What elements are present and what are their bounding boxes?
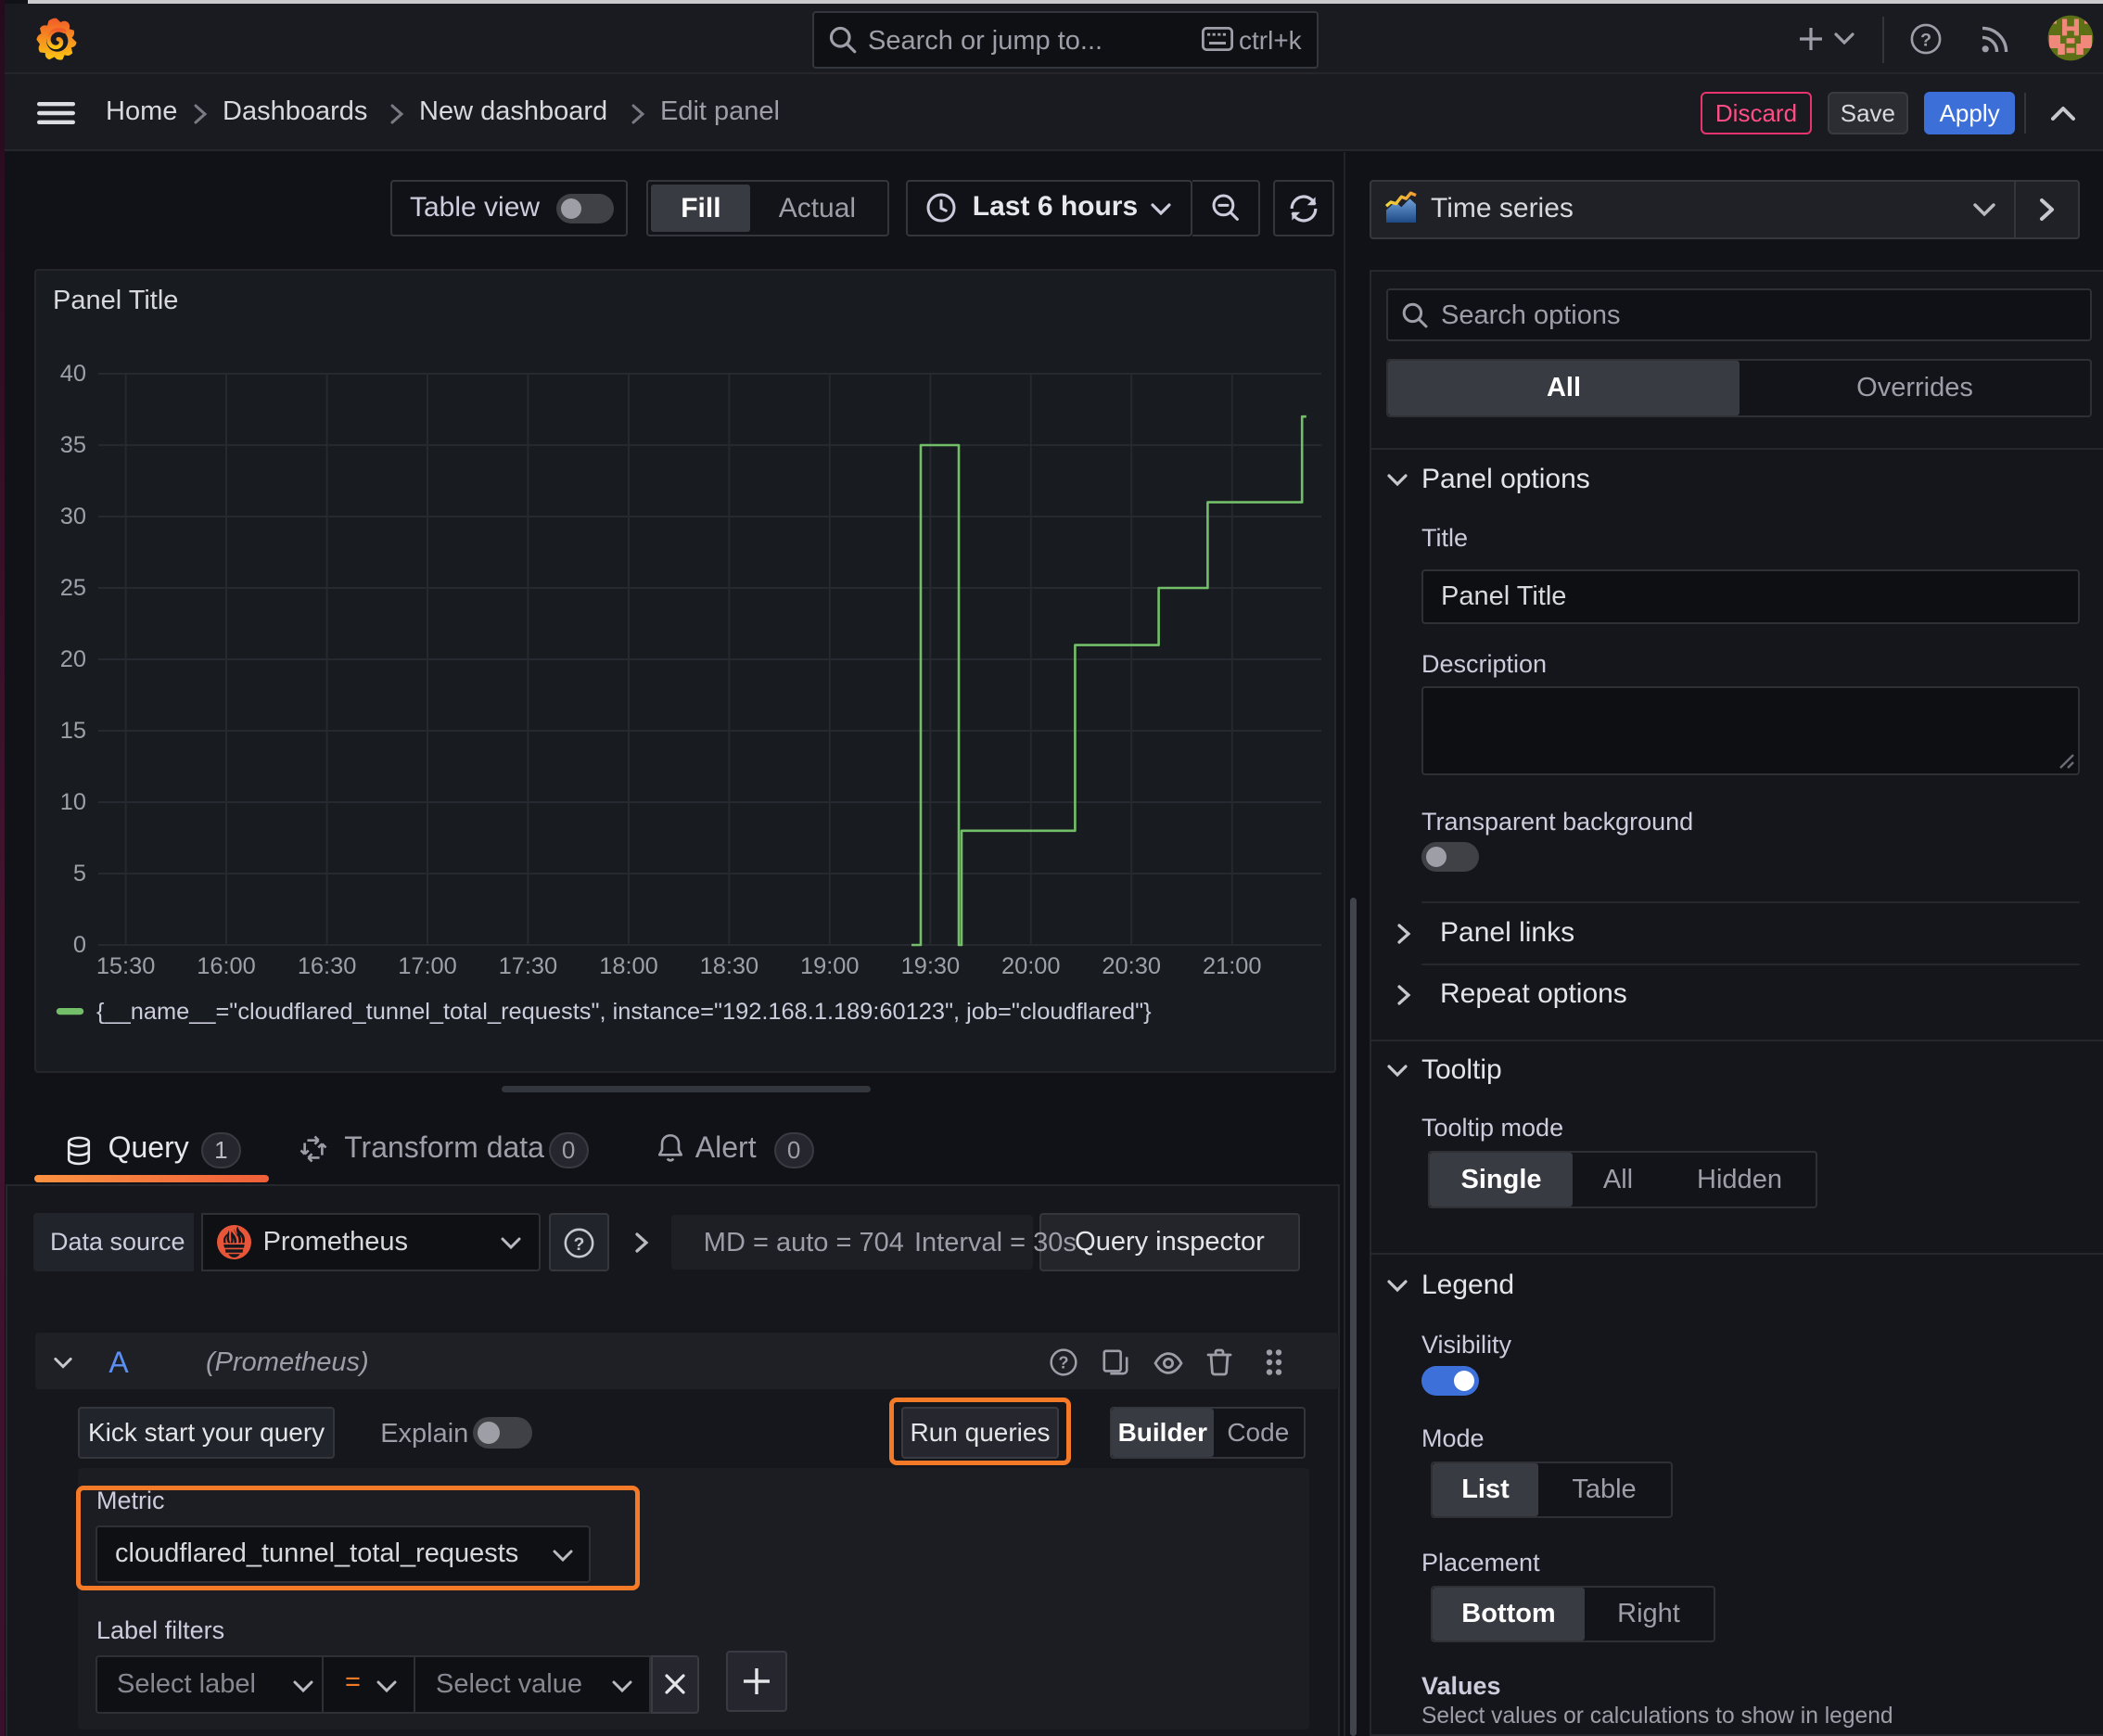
- svg-text:19:00: 19:00: [800, 953, 860, 979]
- svg-text:35: 35: [60, 432, 86, 458]
- svg-text:17:30: 17:30: [499, 953, 558, 979]
- svg-text:15: 15: [60, 718, 86, 744]
- svg-text:21:00: 21:00: [1203, 953, 1262, 979]
- svg-text:40: 40: [60, 361, 86, 387]
- svg-text:18:00: 18:00: [599, 953, 658, 979]
- svg-text:18:30: 18:30: [700, 953, 759, 979]
- svg-text:17:00: 17:00: [398, 953, 457, 979]
- svg-text:19:30: 19:30: [901, 953, 961, 979]
- svg-text:5: 5: [73, 861, 86, 887]
- svg-text:20:00: 20:00: [1001, 953, 1061, 979]
- svg-text:10: 10: [60, 789, 86, 815]
- svg-text:20:30: 20:30: [1102, 953, 1161, 979]
- svg-text:0: 0: [73, 932, 86, 958]
- svg-text:{__name__="cloudflared_tunnel_: {__name__="cloudflared_tunnel_total_requ…: [96, 999, 1152, 1025]
- svg-text:15:30: 15:30: [96, 953, 156, 979]
- svg-text:?: ?: [574, 1235, 585, 1255]
- svg-text:?: ?: [1920, 31, 1931, 51]
- svg-text:?: ?: [1058, 1353, 1068, 1372]
- svg-text:20: 20: [60, 646, 86, 672]
- svg-text:16:30: 16:30: [298, 953, 357, 979]
- svg-text:16:00: 16:00: [197, 953, 256, 979]
- svg-text:30: 30: [60, 504, 86, 530]
- svg-text:25: 25: [60, 575, 86, 601]
